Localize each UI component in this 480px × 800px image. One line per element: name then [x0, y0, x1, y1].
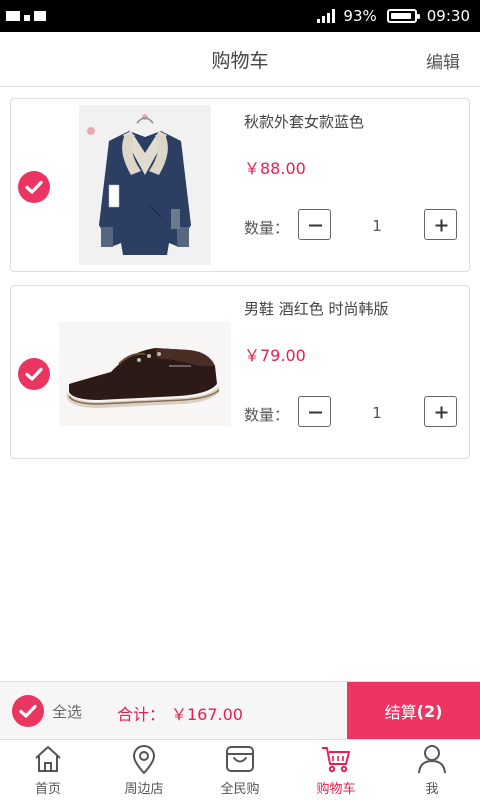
tab-label: 我 — [425, 782, 439, 797]
battery-percent: 93% — [343, 7, 377, 25]
product-price: ￥79.00 — [244, 346, 306, 365]
select-all-label[interactable]: 全选 — [52, 701, 82, 722]
quantity-value: 1 — [372, 217, 382, 235]
status-bar: 93% 09:30 — [0, 0, 480, 32]
tab-cart[interactable]: 购物车 — [288, 740, 384, 800]
product-image-shoe[interactable] — [59, 322, 231, 426]
person-icon — [418, 745, 446, 774]
quantity-label: 数量： — [244, 406, 290, 424]
clock: 09:30 — [426, 7, 470, 25]
total-value: ￥167.00 — [171, 705, 243, 724]
signal-icon — [317, 9, 336, 23]
cart-icon — [322, 747, 350, 773]
checkout-button[interactable]: 结算 (2) — [347, 682, 480, 740]
location-pin-icon — [133, 745, 155, 774]
plus-icon — [435, 219, 448, 232]
product-name[interactable]: 秋款外套女款蓝色 — [244, 111, 364, 132]
checkout-label: 结算 — [384, 703, 417, 722]
cart-summary-bar: 全选 合计： ￥167.00 结算 (2) — [0, 681, 480, 740]
decrease-quantity-button[interactable] — [298, 209, 331, 240]
home-icon — [35, 746, 61, 772]
select-all-checkbox[interactable] — [12, 695, 44, 727]
tab-me[interactable]: 我 — [384, 740, 480, 800]
minus-icon — [309, 411, 322, 414]
product-image-jacket[interactable] — [79, 105, 211, 265]
tab-label: 首页 — [34, 782, 61, 797]
battery-icon — [386, 9, 420, 23]
app-header: 购物车 编辑 — [0, 32, 480, 87]
checkmark-icon — [25, 180, 43, 194]
plus-icon — [435, 406, 448, 419]
quantity-value: 1 — [372, 404, 382, 422]
page-title: 购物车 — [211, 50, 269, 72]
shopping-bag-icon — [226, 746, 254, 772]
tab-nearby-stores[interactable]: 周边店 — [96, 740, 192, 800]
total-label: 合计： — [117, 705, 166, 724]
product-name[interactable]: 男鞋 酒红色 时尚韩版 — [244, 298, 389, 319]
edit-button[interactable]: 编辑 — [426, 48, 460, 73]
blue-jacket-photo-icon — [79, 105, 211, 265]
checkmark-icon — [19, 704, 37, 718]
tab-group-buy[interactable]: 全民购 — [192, 740, 288, 800]
checkout-count: (2) — [416, 701, 443, 721]
cart-item: 秋款外套女款蓝色 ￥88.00 数量： 1 — [10, 98, 470, 272]
checkmark-icon — [25, 367, 43, 381]
bottom-tab-bar: 首页 周边店 全民购 购物车 我 — [0, 739, 480, 800]
tab-home[interactable]: 首页 — [0, 740, 96, 800]
increase-quantity-button[interactable] — [424, 209, 457, 240]
tab-label: 周边店 — [124, 782, 164, 797]
cart-item: 男鞋 酒红色 时尚韩版 ￥79.00 数量： 1 — [10, 285, 470, 459]
item-checkbox[interactable] — [18, 171, 50, 203]
increase-quantity-button[interactable] — [424, 396, 457, 427]
tab-label: 购物车 — [316, 782, 356, 797]
item-checkbox[interactable] — [18, 358, 50, 390]
decrease-quantity-button[interactable] — [298, 396, 331, 427]
brown-shoe-photo-icon — [59, 322, 231, 426]
quantity-label: 数量： — [244, 219, 290, 237]
minus-icon — [309, 224, 322, 227]
product-price: ￥88.00 — [244, 159, 306, 178]
notification-icons — [6, 9, 66, 23]
tab-label: 全民购 — [220, 782, 260, 797]
